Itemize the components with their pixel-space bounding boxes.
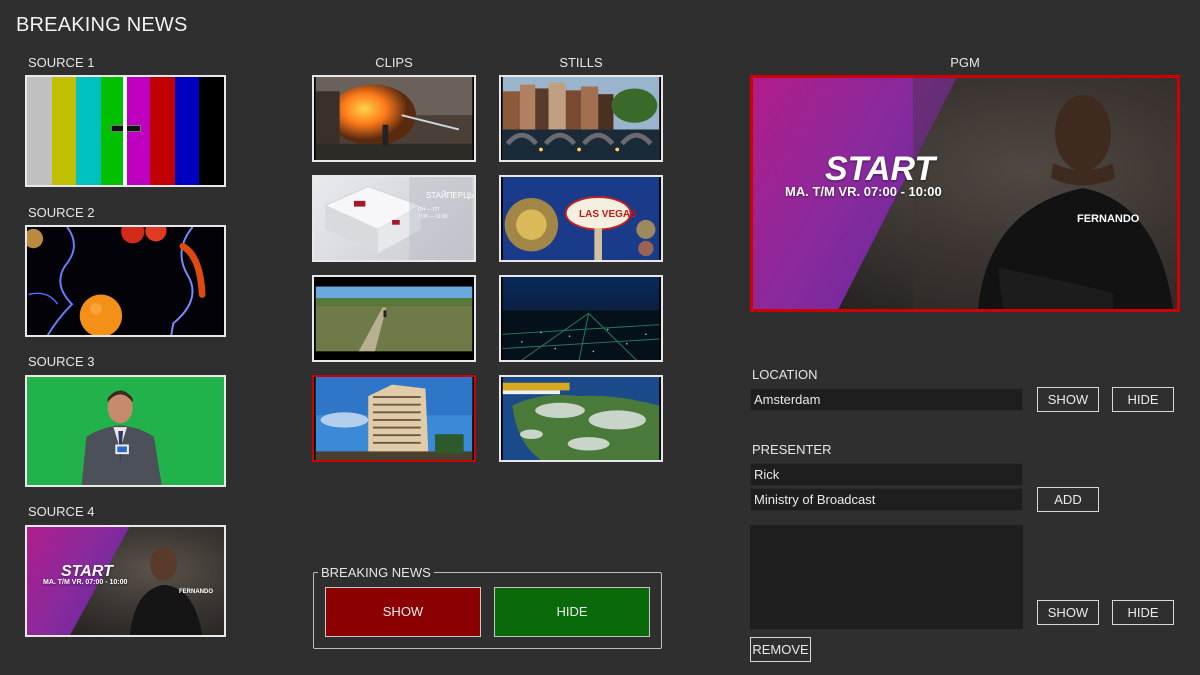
presenter-org-input[interactable] — [750, 488, 1023, 511]
start-promo-small: START MA. T/M VR. 07:00 - 10:00 FERNANDO — [27, 527, 224, 635]
clip-fire-image — [315, 77, 473, 160]
clip-2-days: ПН — ПТ — [418, 207, 440, 213]
pgm-promo-schedule: MA. T/M VR. 07:00 - 10:00 — [785, 184, 942, 199]
source-2-thumbnail[interactable] — [25, 225, 226, 337]
clip-2-title: STAЙПЕРЦЫ — [426, 191, 476, 200]
source-1-thumbnail[interactable] — [25, 75, 226, 187]
promo-schedule: MA. T/M VR. 07:00 - 10:00 — [43, 579, 128, 586]
location-label: LOCATION — [752, 367, 818, 382]
stills-label: STILLS — [559, 55, 603, 70]
clips-label: CLIPS — [375, 55, 413, 70]
still-city-lights-image — [502, 277, 660, 360]
still-weather-map-image — [502, 377, 660, 460]
breaking-news-legend: BREAKING NEWS — [318, 565, 434, 580]
clip-4-thumbnail[interactable] — [312, 375, 476, 462]
still-4-thumbnail[interactable] — [499, 375, 663, 462]
presenter-name-input[interactable] — [750, 463, 1023, 486]
still-2-thumbnail[interactable]: LAS VEGAS — [499, 175, 663, 262]
presenter-remove-button[interactable]: REMOVE — [750, 637, 811, 662]
clip-2-thumbnail[interactable]: STAЙПЕРЦЫ ПН — ПТ 7:00 — 11:00 — [312, 175, 476, 262]
breaking-news-show-button[interactable]: SHOW — [325, 587, 481, 637]
presenter-add-button[interactable]: ADD — [1037, 487, 1099, 512]
source-2-label: SOURCE 2 — [28, 205, 95, 220]
pgm-promo-name: FERNANDO — [1077, 213, 1140, 225]
still-2-sign-text: LAS VEGAS — [579, 209, 637, 220]
still-3-thumbnail[interactable] — [499, 275, 663, 362]
still-1-thumbnail[interactable] — [499, 75, 663, 162]
pgm-label: PGM — [950, 55, 980, 70]
clip-3-thumbnail[interactable] — [312, 275, 476, 362]
presenter-list[interactable] — [750, 525, 1023, 629]
presenter-show-button[interactable]: SHOW — [1037, 600, 1099, 625]
greenscreen-presenter — [27, 377, 224, 485]
location-show-button[interactable]: SHOW — [1037, 387, 1099, 412]
clip-building-image — [315, 377, 473, 460]
source-3-thumbnail[interactable] — [25, 375, 226, 487]
breaking-news-hide-button[interactable]: HIDE — [494, 587, 650, 637]
presenter-hide-button[interactable]: HIDE — [1112, 600, 1174, 625]
clip-field-image — [315, 277, 473, 360]
still-canal-image — [502, 77, 660, 160]
source-4-label: SOURCE 4 — [28, 504, 95, 519]
source-4-thumbnail[interactable]: START MA. T/M VR. 07:00 - 10:00 FERNANDO — [25, 525, 226, 637]
source-2-image — [27, 227, 223, 335]
clip-1-thumbnail[interactable] — [312, 75, 476, 162]
promo-name: FERNANDO — [179, 589, 213, 595]
clip-2-time: 7:00 — 11:00 — [418, 214, 448, 220]
presenter-label: PRESENTER — [752, 442, 832, 457]
app-title: BREAKING NEWS — [16, 14, 188, 36]
source-3-label: SOURCE 3 — [28, 354, 95, 369]
source-1-label: SOURCE 1 — [28, 55, 95, 70]
color-bars — [27, 77, 224, 185]
pgm-monitor: START MA. T/M VR. 07:00 - 10:00 FERNANDO — [750, 75, 1180, 312]
location-hide-button[interactable]: HIDE — [1112, 387, 1174, 412]
location-input[interactable] — [750, 388, 1023, 411]
start-promo-program: START MA. T/M VR. 07:00 - 10:00 FERNANDO — [753, 78, 1177, 309]
bars-white-line — [123, 77, 127, 185]
